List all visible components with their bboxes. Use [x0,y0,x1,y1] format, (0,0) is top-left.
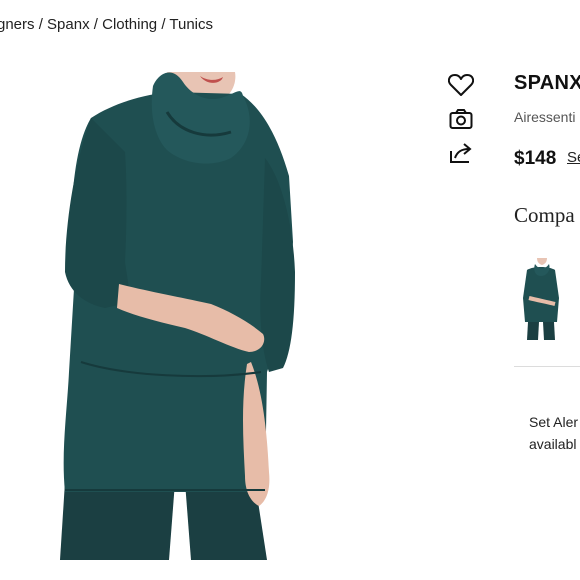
product-price: $148 [514,148,557,169]
breadcrumb-item-designers[interactable]: gners [0,16,35,33]
alert-line-1: Set Aler [529,414,579,430]
price-details-link[interactable]: Se [567,149,580,166]
set-alert-link[interactable]: Set Aler availabl [529,411,578,455]
wishlist-button[interactable] [446,72,476,102]
breadcrumb-item-spanx[interactable]: Spanx [47,16,90,33]
camera-icon [449,108,473,135]
breadcrumb: gners / Spanx / Clothing / Tunics [0,16,213,33]
alert-line-2: availabl [529,436,577,452]
compare-heading: Compa [514,203,575,227]
compare-thumbnail[interactable] [519,258,563,346]
compare-thumbnail-illustration [523,258,559,340]
share-icon [449,142,473,169]
brand-name[interactable]: SPANX [514,72,580,95]
photo-button[interactable] [446,106,476,136]
share-button[interactable] [446,140,476,170]
section-divider [514,366,580,367]
breadcrumb-item-tunics[interactable]: Tunics [169,16,213,33]
breadcrumb-separator: / [34,16,48,33]
breadcrumb-separator: / [157,16,170,33]
breadcrumb-separator: / [89,16,103,33]
heart-icon [447,73,475,102]
product-name: Airessenti [514,109,576,125]
breadcrumb-item-clothing[interactable]: Clothing [102,16,157,33]
product-image[interactable] [55,72,305,560]
product-image-illustration [60,72,295,560]
